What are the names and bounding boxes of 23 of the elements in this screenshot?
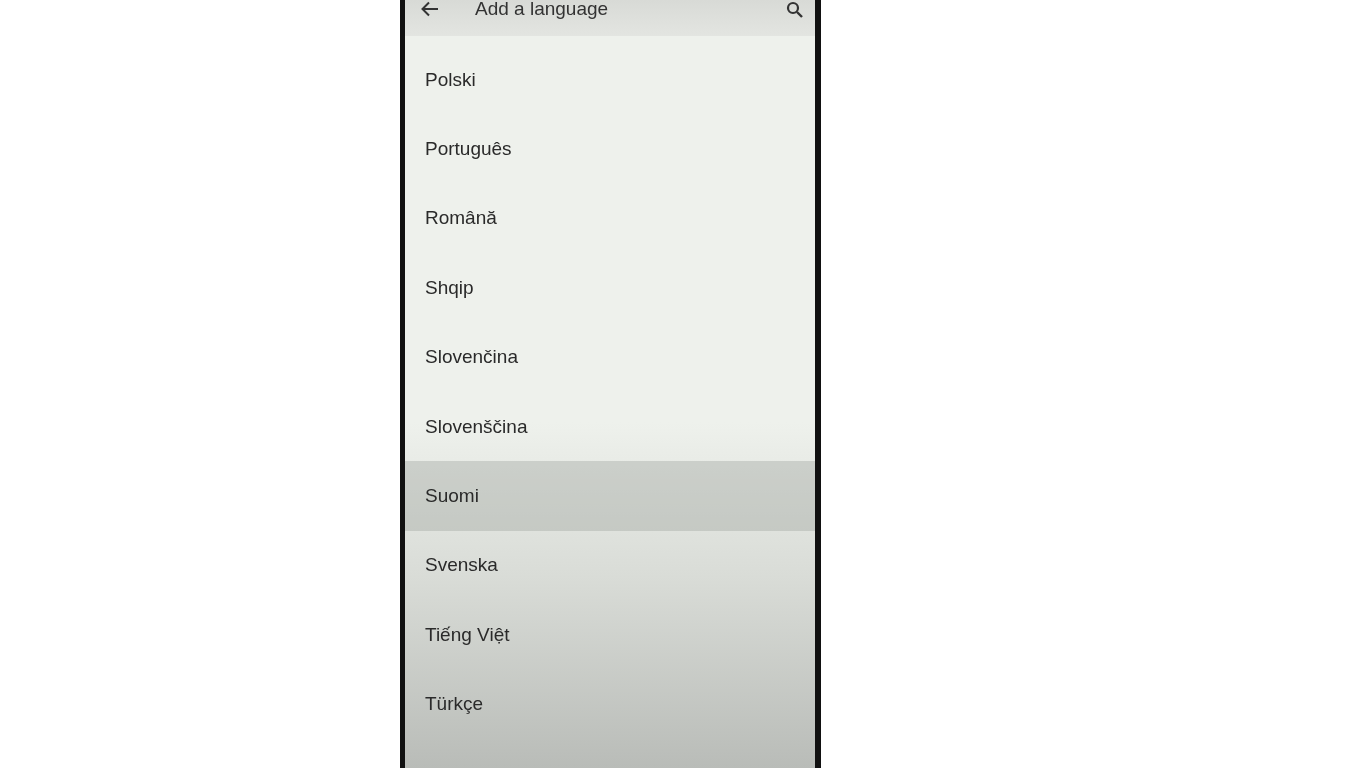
language-name: Slovenščina <box>425 415 528 438</box>
language-name: Tiếng Việt <box>425 623 510 646</box>
screen-title: Add a language <box>475 0 610 20</box>
language-name: Slovenčina <box>425 346 518 369</box>
language-name: Shqip <box>425 276 474 299</box>
language-name: Polski <box>425 68 476 91</box>
language-name: Suomi <box>425 485 479 508</box>
language-name: Português <box>425 138 512 161</box>
back-arrow-icon <box>421 1 439 17</box>
language-name: Türkçe <box>425 693 484 716</box>
language-item[interactable]: Shqip <box>405 253 815 323</box>
language-item[interactable]: Svenska <box>405 530 815 601</box>
language-name: Română <box>425 207 497 230</box>
language-item[interactable]: Português <box>405 114 815 184</box>
language-item[interactable]: Slovenščina <box>405 391 815 462</box>
language-item[interactable]: Tiếng Việt <box>405 600 815 670</box>
language-item[interactable]: Slovenčina <box>405 322 815 392</box>
language-item[interactable]: Suomi <box>405 461 815 531</box>
language-name: Svenska <box>425 554 498 577</box>
search-icon <box>785 0 803 18</box>
language-item[interactable]: Română <box>405 183 815 254</box>
language-item[interactable]: Polski <box>405 45 815 115</box>
language-item[interactable]: Türkçe <box>405 669 815 739</box>
